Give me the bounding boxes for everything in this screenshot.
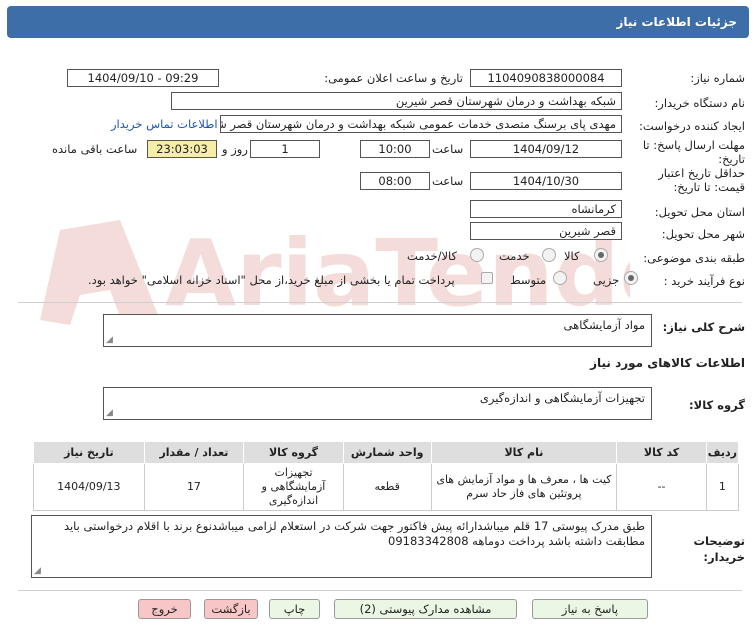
col-header-unit: واحد شمارش xyxy=(342,441,432,464)
announce-date-label: تاریخ و ساعت اعلان عمومی: xyxy=(324,71,463,85)
need-summary-label: شرح کلی نیاز: xyxy=(662,320,745,334)
resize-grip-icon: ◢ xyxy=(34,566,41,576)
section-divider xyxy=(18,302,742,303)
need-number-label: شماره نیاز: xyxy=(690,71,745,85)
cell-name: کیت ها ، معرف ها و مواد آزمایش های پروتئ… xyxy=(430,463,618,511)
cell-unit: قطعه xyxy=(342,463,432,511)
goods-info-title: اطلاعات کالاهای مورد نیاز xyxy=(590,356,745,370)
days-remaining-field: 1 xyxy=(250,140,320,158)
province-label: استان محل تحویل: xyxy=(654,205,745,219)
validity-time-field: 08:00 xyxy=(360,172,430,190)
city-label: شهر محل تحویل: xyxy=(661,227,745,241)
buyer-notes-label: توضیحات خریدار: xyxy=(693,534,746,564)
remaining-time-field: 23:03:03 xyxy=(147,140,217,158)
goods-table: ردیف کد کالا نام کالا واحد شمارش گروه کا… xyxy=(33,441,740,511)
category-option-goods: کالا xyxy=(564,249,580,263)
need-number-field: 1104090838000084 xyxy=(470,69,622,87)
city-field: قصر شیرین xyxy=(470,222,622,240)
cell-row: 1 xyxy=(705,463,740,511)
category-option-service: خدمت xyxy=(499,249,530,263)
col-header-qty: تعداد / مقدار xyxy=(143,441,245,464)
back-button[interactable]: بازگشت xyxy=(204,599,258,619)
remaining-time-label: ساعت باقی مانده xyxy=(52,142,138,156)
buyer-notes-text: طبق مدرک پیوستی 17 قلم میباشدارائه پیش ف… xyxy=(63,519,645,548)
category-label: طبقه بندی موضوعی: xyxy=(643,251,745,265)
category-radio-service[interactable] xyxy=(542,248,556,262)
view-attachments-button[interactable]: مشاهده مدارک پیوستی (2) xyxy=(334,599,517,619)
buyer-contact-link[interactable]: اطلاعات تماس خریدار xyxy=(111,117,218,131)
reply-time-label: ساعت xyxy=(432,142,464,156)
validity-date-field: 1404/10/30 xyxy=(470,172,622,190)
col-header-code: کد کالا xyxy=(616,441,707,464)
exit-button[interactable]: خروج xyxy=(138,599,191,619)
process-radio-medium[interactable] xyxy=(553,271,567,285)
category-radio-goods[interactable] xyxy=(594,248,608,262)
days-label: روز و xyxy=(222,142,248,156)
col-header-row: ردیف xyxy=(705,441,740,464)
category-option-both: کالا/خدمت xyxy=(407,249,458,263)
process-radio-minor[interactable] xyxy=(624,271,638,285)
creator-label: ایجاد کننده درخواست: xyxy=(639,119,745,133)
reply-deadline-label: مهلت ارسال پاسخ: تا تاریخ: xyxy=(642,138,745,166)
goods-table-header: ردیف کد کالا نام کالا واحد شمارش گروه کا… xyxy=(33,441,740,464)
reply-date-field: 1404/09/12 xyxy=(470,140,622,158)
print-button[interactable]: چاپ xyxy=(269,599,320,619)
process-type-label: نوع فرآیند خرید : xyxy=(663,274,745,288)
col-header-date: تاریخ نیاز xyxy=(33,441,145,464)
page-header: جزئیات اطلاعات نیاز xyxy=(7,6,749,38)
process-option-minor: جزیی xyxy=(593,273,620,287)
reply-button[interactable]: پاسخ به نیاز xyxy=(532,599,648,619)
process-option-medium: متوسط xyxy=(510,273,547,287)
creator-field: مهدی پای برسنگ متصدی خدمات عمومی شبکه به… xyxy=(220,115,622,133)
page-title: جزئیات اطلاعات نیاز xyxy=(616,15,737,29)
category-radio-both[interactable] xyxy=(470,248,484,262)
goods-group-text: تجهیزات آزمایشگاهی و اندازه‌گیری xyxy=(479,391,645,405)
buyer-org-field: شبکه بهداشت و درمان شهرستان قصر شیرین xyxy=(171,92,622,110)
goods-group-field: تجهیزات آزمایشگاهی و اندازه‌گیری ◢ xyxy=(103,387,652,420)
resize-grip-icon: ◢ xyxy=(106,335,113,345)
treasury-payment-checkbox[interactable] xyxy=(481,272,493,284)
col-header-group: گروه کالا xyxy=(243,441,344,464)
price-validity-label: حداقل تاریخ اعتبار قیمت: تا تاریخ: xyxy=(658,166,745,194)
validity-time-label: ساعت xyxy=(432,174,464,188)
cell-group: تجهیزات آزمایشگاهی و اندازه‌گیری xyxy=(243,463,344,511)
need-summary-text: مواد آزمایشگاهی xyxy=(563,318,645,332)
buyer-notes-field: طبق مدرک پیوستی 17 قلم میباشدارائه پیش ف… xyxy=(31,515,652,578)
cell-qty: 17 xyxy=(143,463,245,511)
cell-code: -- xyxy=(616,463,707,511)
announce-date-field: 1404/09/10 - 09:29 xyxy=(67,69,219,87)
footer-divider xyxy=(18,590,742,591)
col-header-name: نام کالا xyxy=(430,441,618,464)
need-summary-field: مواد آزمایشگاهی ◢ xyxy=(103,314,652,347)
goods-group-label: گروه کالا: xyxy=(689,398,745,412)
province-field: کرمانشاه xyxy=(470,200,622,218)
table-row: 1 -- کیت ها ، معرف ها و مواد آزمایش های … xyxy=(33,463,740,511)
reply-time-field: 10:00 xyxy=(360,140,430,158)
resize-grip-icon: ◢ xyxy=(106,408,113,418)
cell-date: 1404/09/13 xyxy=(33,463,145,511)
treasury-payment-note: پرداخت تمام یا بخشی از مبلغ خرید،از محل … xyxy=(88,273,455,287)
buyer-org-label: نام دستگاه خریدار: xyxy=(654,96,745,110)
